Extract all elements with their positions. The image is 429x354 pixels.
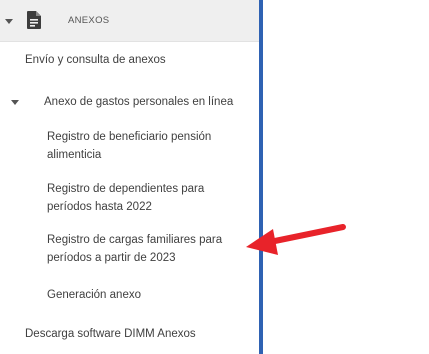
sidebar-menu: ANEXOS Envío y consulta de anexos Anexo … <box>0 0 259 354</box>
caret-down-icon[interactable] <box>5 19 13 24</box>
menu-item-descarga-dimm[interactable]: Descarga software DIMM Anexos <box>25 326 196 342</box>
red-arrow-annotation <box>246 224 346 255</box>
submenu-item-beneficiario-pension[interactable]: Registro de beneficiario pensión aliment… <box>47 128 252 164</box>
caret-down-icon[interactable] <box>11 100 19 105</box>
submenu-item-dependientes[interactable]: Registro de dependientes para períodos h… <box>47 180 252 216</box>
header-label: ANEXOS <box>68 15 110 26</box>
submenu-item-generacion-anexo[interactable]: Generación anexo <box>47 286 252 304</box>
submenu-item-cargas-familiares[interactable]: Registro de cargas familiares para perío… <box>47 231 252 267</box>
menu-item-anexo-gastos[interactable]: Anexo de gastos personales en línea <box>44 94 233 110</box>
content-divider <box>259 0 263 354</box>
document-icon <box>27 11 41 29</box>
section-header-anexos[interactable]: ANEXOS <box>0 0 259 42</box>
menu-item-envio-consulta[interactable]: Envío y consulta de anexos <box>25 52 166 68</box>
